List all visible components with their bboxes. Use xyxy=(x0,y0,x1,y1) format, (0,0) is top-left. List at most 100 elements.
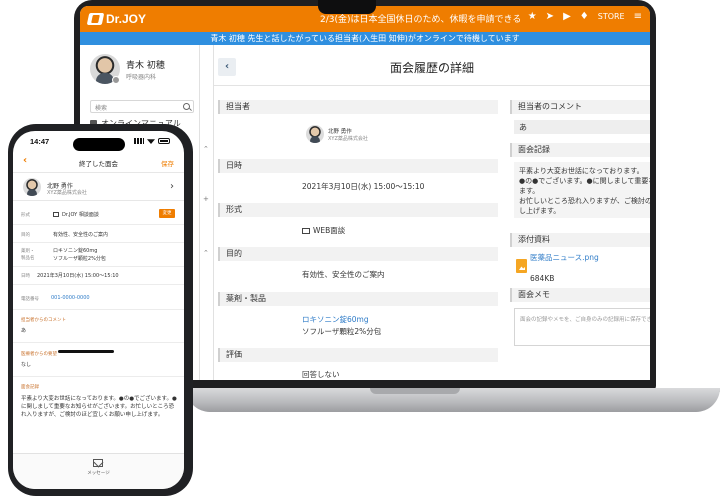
section-drugs: 薬剤・製品 xyxy=(218,292,498,306)
divider xyxy=(13,242,184,243)
attachment-size: 684KB xyxy=(530,274,555,283)
purpose-label: 目的 xyxy=(21,233,30,238)
signal-icon xyxy=(134,138,144,144)
section-format: 形式 xyxy=(218,203,498,217)
change-format-button[interactable]: 変更 xyxy=(159,209,175,218)
wifi-icon xyxy=(147,139,155,144)
sidebar-search-input[interactable]: 検索 xyxy=(90,100,194,113)
page-title: 面会履歴の詳細 xyxy=(389,61,474,75)
main-panel: ‹ 面会履歴の詳細 担当者 北野 勇作 XYZ薬品株式会社 日時 2021年3月… xyxy=(214,45,650,380)
laptop-camera-notch xyxy=(318,0,376,14)
format-text: WEB面談 xyxy=(313,226,346,235)
divider xyxy=(13,266,184,267)
section-datetime: 日時 xyxy=(218,159,498,173)
save-button[interactable]: 保存 xyxy=(161,158,174,168)
rep-comment-value: あ xyxy=(21,328,27,334)
sidebar-collapse-strip: ⌃ + ⌃ xyxy=(200,45,214,380)
record-line: お忙しいところ恐れ入りますが、ご検討のほど宜しくお願い申し上げます。 xyxy=(519,197,650,215)
monitor-icon xyxy=(53,212,59,217)
chevron-up-icon[interactable]: ⌃ xyxy=(203,145,211,153)
drjoy-logo-icon xyxy=(86,13,105,25)
evaluation-value: 回答しない xyxy=(302,370,340,379)
datetime-value: 2021年3月10日(水) 15:00〜15:10 xyxy=(302,182,425,191)
store-button[interactable]: STORE xyxy=(598,12,625,21)
divider xyxy=(13,309,184,310)
divider xyxy=(13,376,184,377)
phone-nav-title: 終了した面会 xyxy=(79,160,118,168)
play-icon[interactable]: ▶ xyxy=(563,11,571,22)
divider xyxy=(13,342,184,343)
tab-messages[interactable]: メッセージ xyxy=(13,470,184,476)
section-purpose: 目的 xyxy=(218,247,498,261)
mail-icon[interactable] xyxy=(93,459,103,467)
send-icon[interactable]: ➤ xyxy=(546,11,554,22)
status-time: 14:47 xyxy=(30,137,50,146)
purpose-value: 有効性、安全性のご案内 xyxy=(302,270,385,279)
drug-1: ロキソニン錠60mg xyxy=(53,248,98,254)
phone-screen: 14:47 ‹ 終了した面会 保存 北野 勇作 XYZ薬品株式会社 › 形式 D… xyxy=(13,131,184,489)
divider xyxy=(13,224,184,225)
bulb-icon[interactable]: ♦ xyxy=(580,11,589,22)
section-evaluation: 評価 xyxy=(218,348,498,362)
battery-icon xyxy=(158,138,170,144)
attachment-link[interactable]: 医薬品ニュース.png xyxy=(530,252,599,263)
section-meeting-memo: 面会メモ xyxy=(510,288,650,302)
drug-label: 薬剤・ xyxy=(21,249,35,254)
laptop-base-groove xyxy=(370,388,460,394)
menu-icon[interactable]: ≡ xyxy=(634,11,642,22)
user-name: 青木 初穂 xyxy=(126,61,165,71)
section-representative: 担当者 xyxy=(218,100,498,114)
drug-2: ソフルーザ顆粒2%分包 xyxy=(53,256,106,262)
format-value: WEB面談 xyxy=(302,225,345,236)
record-line: 平素より大変お世話になっております。 xyxy=(519,167,644,175)
meeting-memo-textarea[interactable]: 面会の記録やメモを、ご自身のみの記録用に保存できます。 xyxy=(514,308,650,346)
doctor-request-label: 医療者からの要望 xyxy=(21,352,57,357)
drug-label: 製品名 xyxy=(21,256,35,261)
phone-tab-bar: メッセージ xyxy=(13,453,184,489)
search-placeholder: 検索 xyxy=(95,105,108,112)
record-line: ●の●でございます。●に関しまして重要なお知らせがございます。 xyxy=(519,177,650,195)
image-file-icon[interactable] xyxy=(516,259,527,273)
title-divider xyxy=(214,85,650,86)
representative-company: XYZ薬品株式会社 xyxy=(328,136,368,142)
section-meeting-record: 面会記録 xyxy=(510,143,650,157)
divider xyxy=(13,284,184,285)
record-text: 平素より大変お世話になっております。●の●でございます。●に関しまして重要なお知… xyxy=(21,396,177,418)
home-indicator[interactable] xyxy=(58,350,114,353)
online-notice-bar[interactable]: 青木 初穂 先生と話したがっている担当者(入生田 知伸)がオンラインで待機してい… xyxy=(80,32,650,45)
representative-avatar[interactable] xyxy=(306,125,324,143)
format-label: 形式 xyxy=(21,213,30,218)
section-attachments: 添付資料 xyxy=(510,233,650,247)
monitor-icon xyxy=(302,228,310,234)
format-text: Dr.JOY 相談面談 xyxy=(62,212,99,218)
doctor-request-value: なし xyxy=(21,362,32,368)
record-label: 面会記録 xyxy=(21,385,39,390)
chevron-right-icon: › xyxy=(170,181,174,192)
representative-name: 北野 勇作 xyxy=(328,129,352,135)
rep-comment-value: あ xyxy=(514,120,650,134)
phone-number-link[interactable]: 001-0000-0000 xyxy=(51,295,90,301)
drug-link-1[interactable]: ロキソニン錠60mg xyxy=(302,314,369,325)
topbar-icons: ★ ➤ ▶ ♦ STORE ≡ xyxy=(528,11,642,22)
section-rep-comment: 担当者のコメント xyxy=(510,100,650,114)
format-value: Dr.JOY 相談面談 xyxy=(53,211,99,218)
phone-nav-bar: ‹ 終了した面会 保存 xyxy=(13,153,184,173)
star-icon[interactable]: ★ xyxy=(528,11,537,22)
status-icons xyxy=(134,138,170,144)
drug-2: ソフルーザ顆粒2%分包 xyxy=(302,327,382,336)
purpose-value: 有効性、安全性のご案内 xyxy=(53,232,109,238)
datetime-value: 2021年3月10日(水) 15:00〜15:10 xyxy=(37,273,119,279)
drjoy-logo[interactable]: Dr.JOY xyxy=(86,11,147,27)
search-icon[interactable] xyxy=(183,103,190,110)
representative-avatar xyxy=(23,178,41,196)
phone-representative-row[interactable]: 北野 勇作 XYZ薬品株式会社 › xyxy=(13,173,184,201)
user-department: 呼吸器内科 xyxy=(126,74,157,81)
phone-number-label: 電話番号 xyxy=(21,297,39,302)
rep-comment-label: 担当者からのコメント xyxy=(21,318,66,323)
logo-text: Dr.JOY xyxy=(106,12,147,26)
representative-company: XYZ薬品株式会社 xyxy=(47,190,87,196)
chevron-up-icon[interactable]: ⌃ xyxy=(203,249,211,257)
phone-dynamic-island xyxy=(73,138,125,151)
datetime-label: 日時 xyxy=(21,274,30,279)
plus-icon[interactable]: + xyxy=(203,195,211,203)
